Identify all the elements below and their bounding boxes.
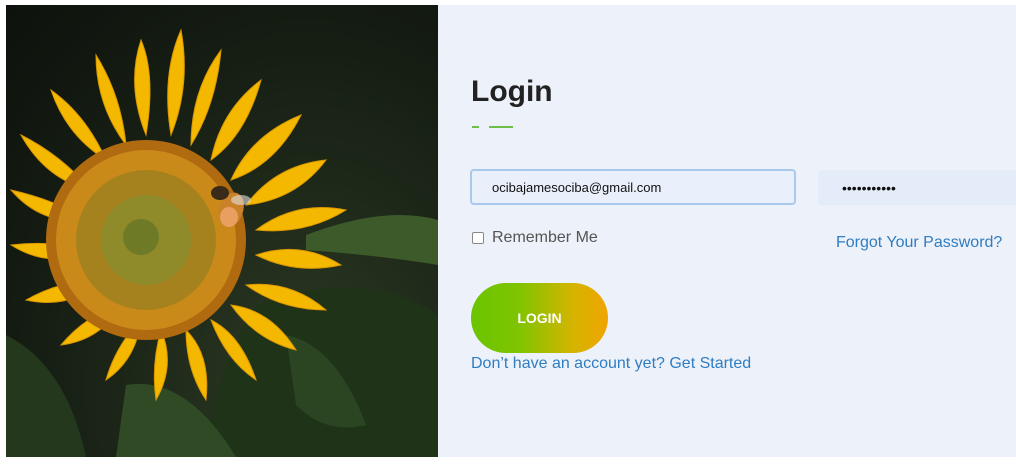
email-field[interactable] — [470, 169, 796, 205]
title-underline-long — [489, 126, 513, 128]
login-page: Login Remember Me Forgot Your Password? … — [6, 5, 1016, 457]
login-button[interactable]: LOGIN — [471, 283, 608, 353]
sunflower-hero-image — [6, 5, 438, 457]
login-panel: Login Remember Me Forgot Your Password? … — [438, 5, 1016, 457]
forgot-password-link[interactable]: Forgot Your Password? — [836, 234, 1002, 252]
remember-me[interactable]: Remember Me — [472, 229, 598, 247]
title-underline-short — [472, 126, 479, 128]
remember-me-label: Remember Me — [492, 229, 598, 246]
password-field[interactable] — [818, 170, 1016, 205]
remember-me-checkbox[interactable] — [472, 232, 484, 244]
get-started-link[interactable]: Don’t have an account yet? Get Started — [471, 355, 751, 373]
sunflower-illustration — [6, 28, 438, 457]
page-title: Login — [471, 75, 553, 108]
